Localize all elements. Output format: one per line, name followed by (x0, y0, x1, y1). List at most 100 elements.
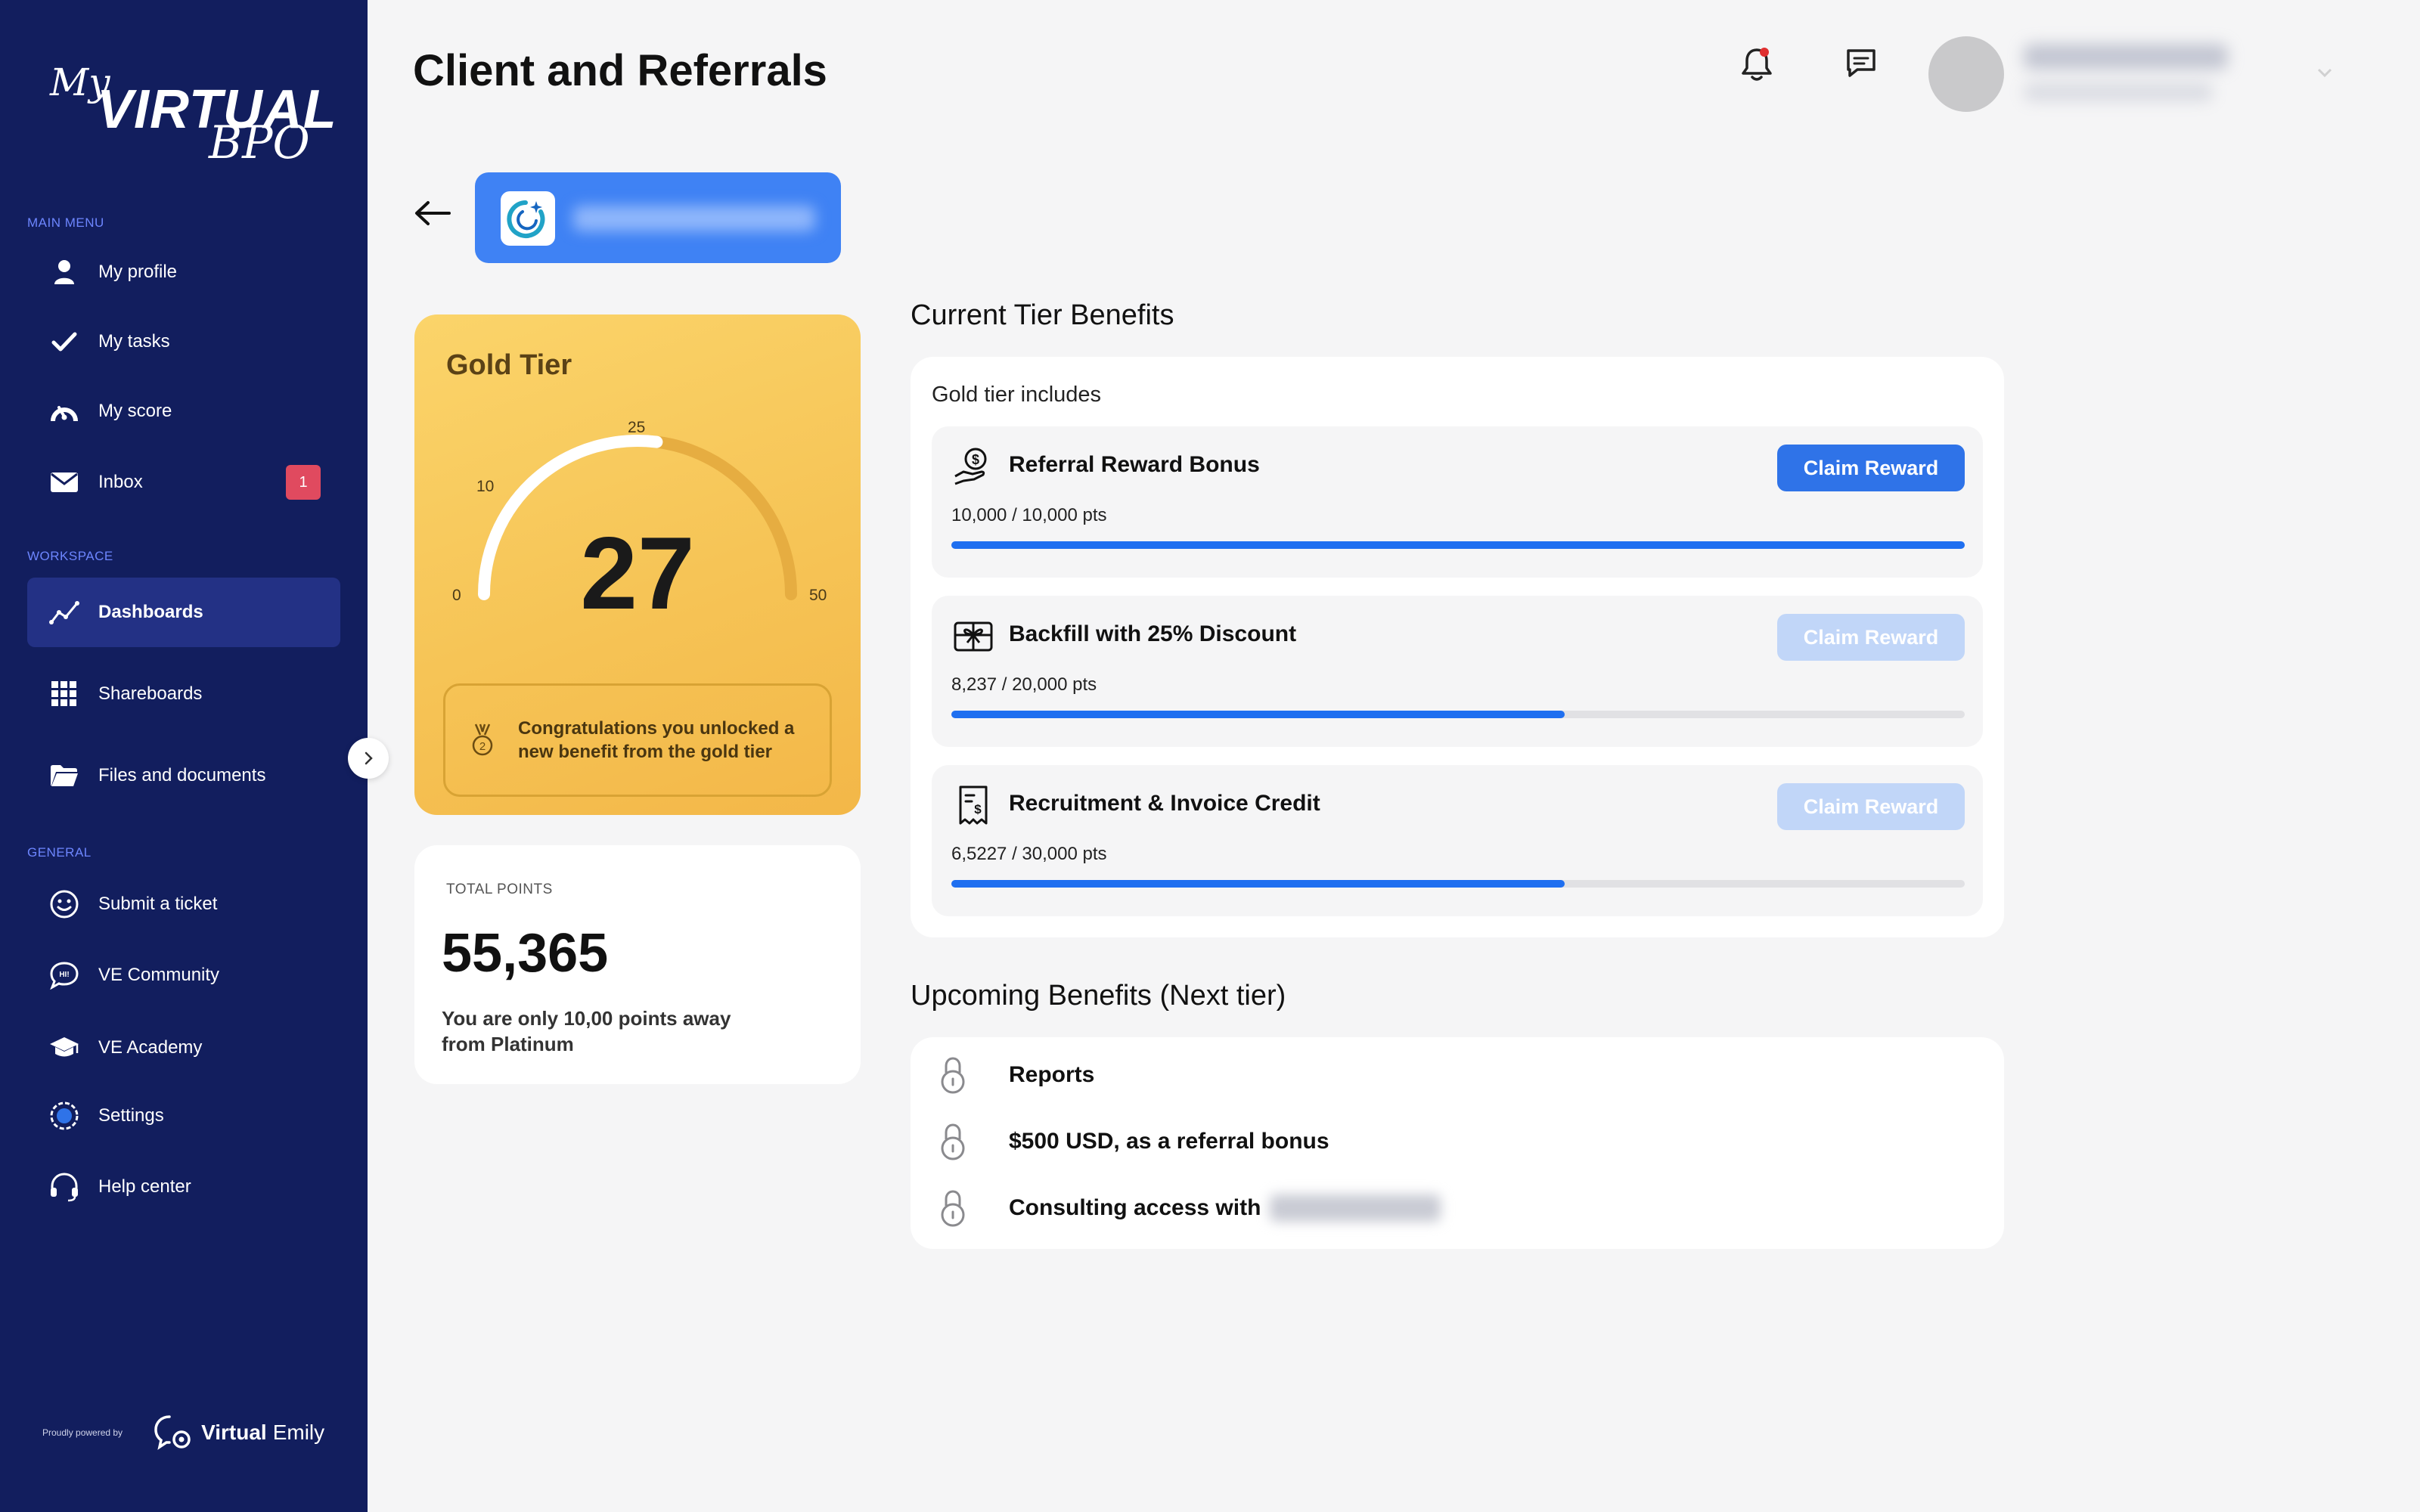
sidebar-item-label: My profile (98, 262, 178, 282)
grid-icon (47, 677, 82, 711)
sidebar-item-help-center[interactable]: Help center (27, 1152, 340, 1222)
virtual-emily-logo-icon (154, 1415, 191, 1450)
sidebar: My VIRTUAL BPO MAIN MENU My profile My t… (0, 0, 368, 1512)
tier-title: Gold Tier (446, 349, 572, 381)
sidebar-item-dashboards[interactable]: Dashboards (27, 578, 340, 647)
current-benefits-panel: Gold tier includes $ Referral Reward Bon… (911, 357, 2004, 937)
upcoming-benefits-title: Upcoming Benefits (Next tier) (911, 980, 1286, 1012)
user-name-redacted (2024, 44, 2228, 70)
claim-reward-button[interactable]: Claim Reward (1777, 614, 1965, 661)
benefit-points: 6,5227 / 30,000 pts (951, 844, 1107, 864)
arrow-left-icon (415, 201, 451, 225)
client-logo-icon (507, 200, 545, 238)
check-icon (47, 324, 82, 359)
smile-icon (47, 887, 82, 922)
benefit-progress-track (951, 880, 1965, 888)
sidebar-item-my-tasks[interactable]: My tasks (27, 307, 340, 376)
benefit-title: Recruitment & Invoice Credit (1009, 791, 1320, 816)
benefit-title: Backfill with 25% Discount (1009, 621, 1297, 646)
total-points-card: TOTAL POINTS 55,365 You are only 10,00 p… (414, 845, 861, 1084)
upcoming-item-referral-bonus: $500 USD, as a referral bonus (933, 1122, 1329, 1161)
user-icon (47, 255, 82, 290)
upcoming-item-consulting-access: Consulting access with (933, 1188, 1441, 1228)
gauge-tick-25: 25 (628, 419, 646, 436)
upcoming-item-label: Consulting access with (1009, 1195, 1261, 1220)
gauge-value: 27 (580, 516, 695, 631)
sidebar-item-label: VE Academy (98, 1037, 203, 1058)
current-benefits-title: Current Tier Benefits (911, 299, 1174, 331)
svg-text:2: 2 (479, 740, 486, 753)
sidebar-item-submit-a-ticket[interactable]: Submit a ticket (27, 869, 340, 939)
back-button[interactable] (413, 200, 452, 231)
tier-card: Gold Tier 0 10 25 50 27 2 Congratulation… (414, 314, 861, 815)
message-icon (1847, 49, 1876, 77)
consultant-name-redacted (1270, 1194, 1441, 1222)
benefit-card-referral-reward-bonus: $ Referral Reward Bonus 10,000 / 10,000 … (932, 426, 1983, 578)
sidebar-item-settings[interactable]: Settings (27, 1081, 340, 1151)
medal-icon: 2 (472, 723, 493, 756)
lock-icon (933, 1055, 973, 1095)
virtual-emily-brand[interactable]: Virtual Emily (153, 1414, 324, 1452)
bell-icon (1742, 48, 1772, 81)
benefit-card-backfill-discount: Backfill with 25% Discount 8,237 / 20,00… (932, 596, 1983, 747)
section-label-main-menu: MAIN MENU (27, 215, 104, 230)
messages-button[interactable] (1844, 45, 1879, 84)
sidebar-item-my-profile[interactable]: My profile (27, 237, 340, 307)
mail-icon (47, 465, 82, 500)
headset-icon (47, 1170, 82, 1204)
gift-icon (951, 614, 995, 658)
lock-icon (933, 1122, 973, 1161)
graduation-cap-icon (47, 1030, 82, 1065)
benefit-progress-track (951, 711, 1965, 718)
sidebar-item-label: My tasks (98, 331, 170, 352)
gauge-tick-10: 10 (476, 478, 495, 495)
sidebar-item-shareboards[interactable]: Shareboards (27, 659, 340, 729)
client-selector[interactable] (475, 172, 841, 263)
sidebar-item-inbox[interactable]: Inbox 1 (27, 448, 340, 517)
sidebar-item-ve-academy[interactable]: VE Academy (27, 1013, 340, 1083)
sidebar-item-ve-community[interactable]: HI! VE Community (27, 940, 340, 1010)
powered-brand-bold: Virtual (201, 1421, 267, 1444)
receipt-dollar-icon: $ (951, 783, 995, 827)
section-label-workspace: WORKSPACE (27, 549, 113, 563)
upcoming-item-reports: Reports (933, 1055, 1094, 1095)
congrats-banner: 2 Congratulations you unlocked a new ben… (443, 683, 832, 797)
sidebar-item-label: Inbox (98, 472, 143, 492)
user-avatar[interactable] (1928, 36, 2004, 112)
sidebar-item-label: Files and documents (98, 765, 266, 785)
benefit-points: 10,000 / 10,000 pts (951, 505, 1107, 525)
sidebar-collapse-button[interactable] (348, 738, 389, 779)
points-to-next-tier: You are only 10,00 points away from Plat… (442, 1007, 731, 1055)
money-hand-icon: $ (951, 445, 995, 488)
app-logo[interactable]: My VIRTUAL BPO (50, 56, 337, 177)
chevron-right-icon (365, 751, 373, 765)
sidebar-item-label: My score (98, 401, 172, 421)
sidebar-item-files-and-documents[interactable]: Files and documents (27, 741, 340, 810)
benefit-points: 8,237 / 20,000 pts (951, 674, 1097, 695)
current-benefits-subtitle: Gold tier includes (932, 383, 1102, 407)
upcoming-item-label: $500 USD, as a referral bonus (1009, 1129, 1329, 1154)
chat-bubble-icon: HI! (47, 958, 82, 993)
total-points-value: 55,365 (442, 923, 609, 984)
inbox-count-badge: 1 (286, 465, 321, 500)
chart-line-icon (47, 595, 82, 630)
sidebar-item-label: Submit a ticket (98, 894, 218, 914)
gauge-icon (47, 394, 82, 429)
user-role-redacted (2024, 83, 2213, 101)
upcoming-benefits-panel: Reports $500 USD, as a referral bonus Co… (911, 1037, 2004, 1249)
lock-icon (933, 1188, 973, 1228)
client-logo (501, 191, 555, 246)
client-name-redacted (573, 206, 815, 231)
logo-bpo: BPO (209, 116, 310, 169)
sidebar-item-my-score[interactable]: My score (27, 376, 340, 446)
powered-by-label: Proudly powered by (42, 1427, 123, 1438)
page-title: Client and Referrals (413, 46, 827, 95)
notifications-button[interactable] (1739, 45, 1774, 87)
benefit-card-recruitment-invoice-credit: $ Recruitment & Invoice Credit 6,5227 / … (932, 765, 1983, 916)
sidebar-item-label: Shareboards (98, 683, 203, 704)
claim-reward-button[interactable]: Claim Reward (1777, 783, 1965, 830)
claim-reward-button[interactable]: Claim Reward (1777, 445, 1965, 491)
benefit-progress-fill (951, 880, 1565, 888)
user-menu-chevron-icon[interactable] (2314, 62, 2335, 83)
upcoming-item-label: Reports (1009, 1062, 1095, 1087)
